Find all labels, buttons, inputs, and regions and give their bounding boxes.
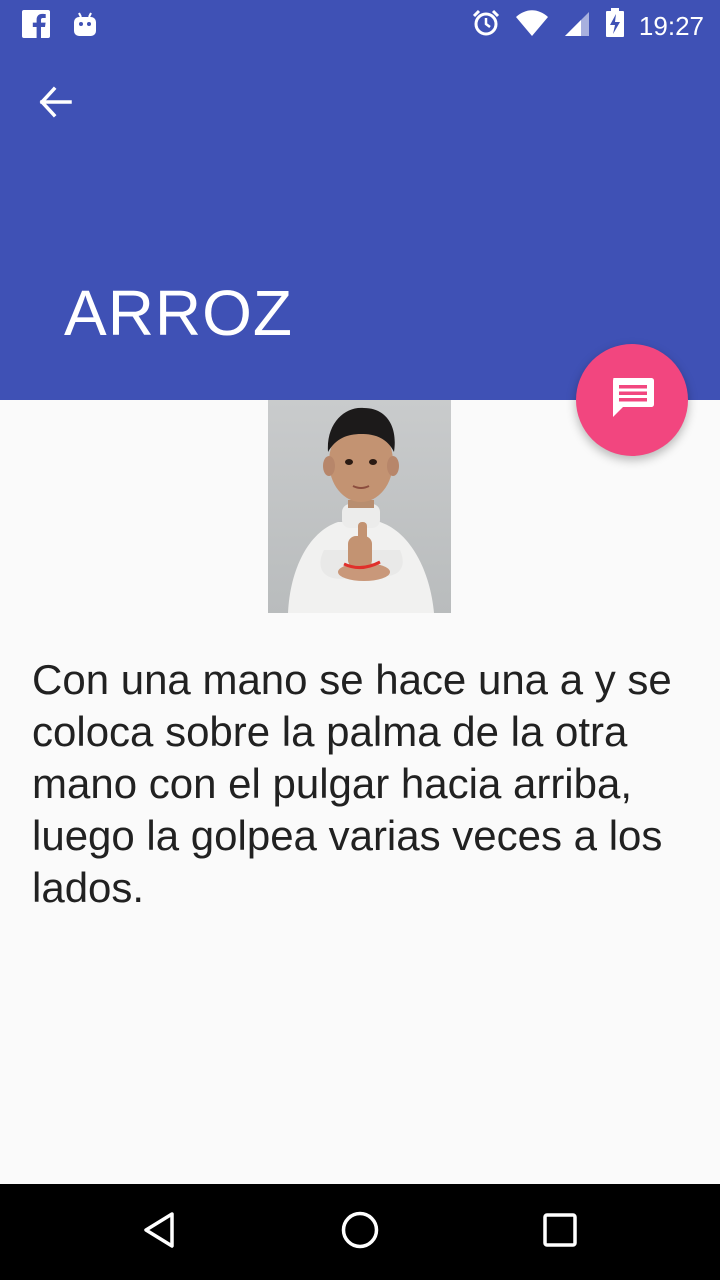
battery-charging-icon bbox=[605, 8, 625, 43]
back-button[interactable] bbox=[32, 80, 80, 128]
arrow-back-icon bbox=[38, 84, 74, 125]
sign-description: Con una mano se hace una a y se coloca s… bbox=[32, 656, 672, 911]
sign-language-photo bbox=[268, 400, 451, 613]
navigation-bar bbox=[0, 1184, 720, 1280]
chat-message-icon bbox=[609, 376, 655, 425]
recents-square-icon bbox=[540, 1210, 580, 1255]
nav-home-button[interactable] bbox=[330, 1202, 390, 1262]
app-bar: 19:27 ARROZ bbox=[0, 0, 720, 400]
chat-fab-button[interactable] bbox=[576, 344, 688, 456]
nav-recents-button[interactable] bbox=[530, 1202, 590, 1262]
alarm-icon bbox=[471, 8, 501, 43]
wifi-icon bbox=[515, 9, 549, 42]
screen: 19:27 ARROZ Con una mano se hace una a y… bbox=[0, 0, 720, 1280]
nav-back-button[interactable] bbox=[130, 1202, 190, 1262]
page-title: ARROZ bbox=[64, 277, 293, 349]
status-bar: 19:27 bbox=[0, 0, 720, 48]
back-triangle-icon bbox=[140, 1210, 180, 1255]
signal-icon bbox=[563, 9, 591, 42]
status-time: 19:27 bbox=[638, 10, 704, 41]
home-circle-icon bbox=[340, 1210, 380, 1255]
android-icon bbox=[72, 10, 98, 43]
facebook-icon bbox=[22, 10, 50, 43]
